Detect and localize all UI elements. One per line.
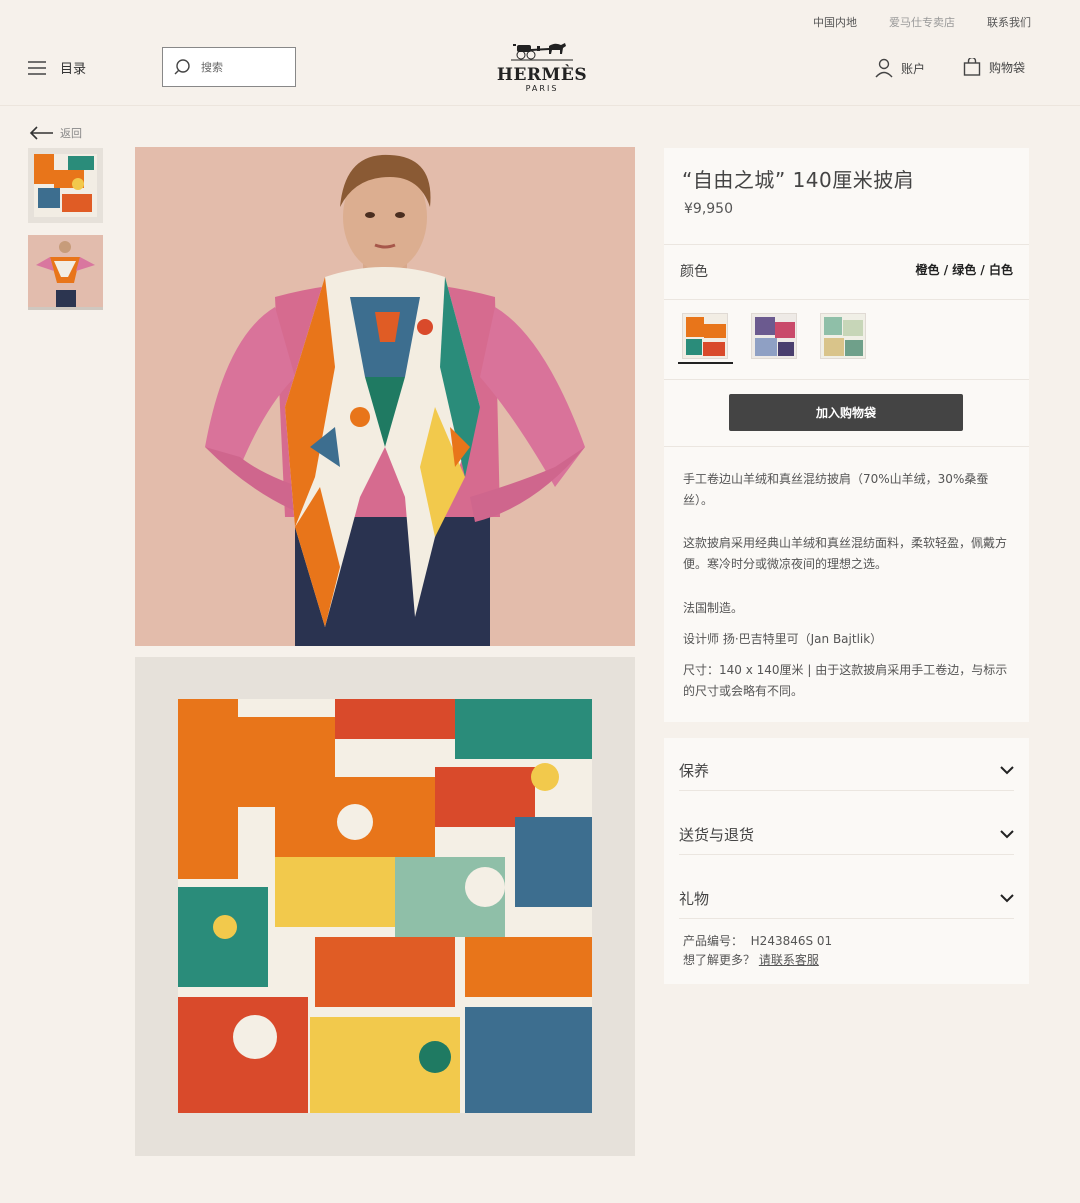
divider (664, 379, 1029, 380)
color-swatch-purple[interactable] (751, 313, 797, 359)
description-size: 尺寸：140 x 140厘米 | 由于这款披肩采用手工卷边，与标示的尺寸或会略有… (683, 663, 1008, 698)
search-input[interactable] (201, 60, 281, 74)
product-title: “自由之城” 140厘米披肩 (682, 168, 915, 192)
contact-link[interactable]: 联系我们 (987, 14, 1031, 30)
bag-label: 购物袋 (989, 60, 1026, 75)
logo-city: PARIS (525, 84, 559, 93)
accordion-label: 保养 (679, 761, 710, 780)
color-swatch-orange[interactable] (682, 313, 728, 359)
accordion-label: 送货与退货 (679, 825, 755, 844)
accordion-delivery[interactable]: 送货与退货 (679, 814, 1014, 855)
back-link[interactable]: 返回 (28, 125, 82, 141)
product-price: ¥9,950 (684, 201, 733, 217)
product-info-card: “自由之城” 140厘米披肩 ¥9,950 颜色 橙色 / 绿色 / 白色 加入… (664, 148, 1029, 722)
color-value: 橙色 / 绿色 / 白色 (915, 263, 1013, 277)
info-accordion: 保养 送货与退货 礼物 产品编号： H243846S 01 想了解更多？ 请联系… (664, 738, 1029, 984)
chevron-down-icon (1000, 829, 1014, 838)
accordion-gift[interactable]: 礼物 (679, 878, 1014, 919)
search-box[interactable] (162, 47, 296, 87)
arrow-left-icon (29, 126, 53, 140)
search-icon (174, 59, 190, 75)
swatch-purple-image (752, 314, 796, 358)
menu-button[interactable]: 目录 (28, 58, 86, 77)
thumbnail-scarf[interactable] (28, 148, 103, 223)
description-origin: 法国制造。 (683, 601, 744, 615)
user-icon (875, 58, 893, 78)
color-row: 颜色 橙色 / 绿色 / 白色 (680, 261, 1013, 281)
product-photo-scarf[interactable] (135, 657, 635, 1156)
carriage-logo-icon (511, 43, 573, 61)
stores-link[interactable]: 爱马仕专卖店 (889, 14, 955, 30)
product-reference: 产品编号： H243846S 01 (683, 932, 832, 949)
divider (664, 299, 1029, 300)
thumbnail-model[interactable] (28, 235, 103, 310)
swatch-green-image (821, 314, 865, 358)
reference-value: H243846S 01 (750, 934, 833, 948)
accordion-care[interactable]: 保养 (679, 750, 1014, 791)
site-header: 中国内地 爱马仕专卖店 联系我们 目录 HERMÈS PARIS 账户 (0, 0, 1080, 106)
bag-button[interactable]: 购物袋 (963, 58, 1025, 76)
shopping-bag-icon (963, 58, 981, 76)
reference-label: 产品编号： (683, 934, 744, 948)
menu-label: 目录 (60, 62, 87, 77)
color-label: 颜色 (680, 264, 708, 280)
more-label: 想了解更多？ (683, 953, 756, 967)
back-label: 返回 (60, 127, 82, 140)
accordion-label: 礼物 (679, 889, 710, 908)
model-thumbnail-image (28, 235, 103, 307)
divider (664, 244, 1029, 245)
model-wearing-scarf-image (135, 147, 635, 646)
description-material: 手工卷边山羊绒和真丝混纺披肩（70%山羊绒，30%桑蚕丝）。 (683, 472, 989, 507)
logo-wordmark: HERMÈS (496, 65, 588, 85)
account-button[interactable]: 账户 (875, 58, 925, 78)
region-link[interactable]: 中国内地 (813, 14, 857, 30)
hamburger-icon (28, 60, 46, 75)
scarf-flat-image (135, 657, 635, 1156)
account-label: 账户 (901, 61, 926, 76)
chevron-down-icon (1000, 893, 1014, 902)
scarf-thumbnail-image (28, 148, 103, 223)
contact-service-link[interactable]: 请联系客服 (759, 953, 819, 967)
swatch-orange-image (683, 314, 727, 358)
add-to-bag-button[interactable]: 加入购物袋 (729, 394, 963, 431)
chevron-down-icon (1000, 765, 1014, 774)
description-designer: 设计师 扬·巴吉特里可（Jan Bajtlik） (683, 632, 883, 646)
description-detail: 这款披肩采用经典山羊绒和真丝混纺面料，柔软轻盈，佩戴方便。寒冷时分或微凉夜间的理… (683, 536, 1008, 571)
color-swatch-green[interactable] (820, 313, 866, 359)
divider (664, 446, 1029, 447)
selected-swatch-indicator (678, 362, 733, 364)
hermes-logo[interactable]: HERMÈS PARIS (495, 40, 589, 93)
product-photo-model[interactable] (135, 147, 635, 646)
contact-prompt: 想了解更多？ 请联系客服 (683, 951, 819, 968)
